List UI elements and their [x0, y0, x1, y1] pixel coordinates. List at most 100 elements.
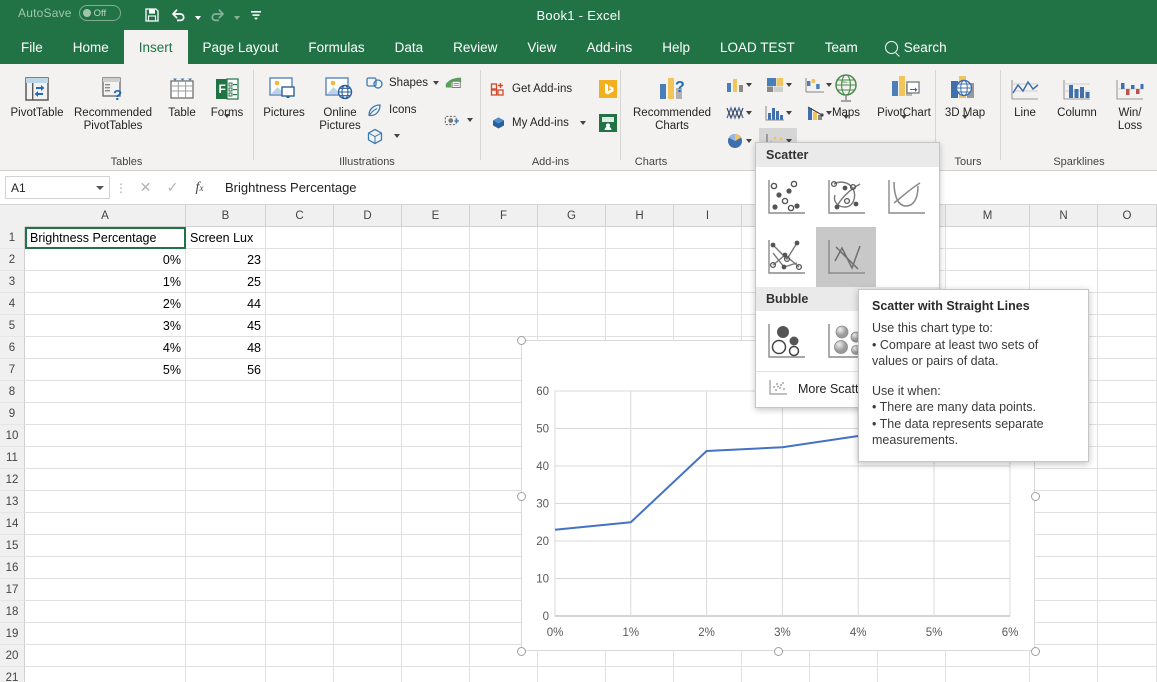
grid-cell[interactable]	[266, 447, 334, 469]
screenshot-dropdown-icon[interactable]	[467, 118, 473, 122]
row-header-12[interactable]: 12	[0, 469, 25, 491]
recommended-pivottables-button[interactable]: ? Recommended PivotTables	[66, 68, 160, 133]
grid-cell[interactable]	[25, 513, 186, 535]
grid-cell[interactable]	[266, 667, 334, 682]
grid-cell[interactable]	[266, 425, 334, 447]
column-bar-chart-dropdown-icon[interactable]	[746, 83, 752, 87]
hierarchy-chart-button[interactable]	[759, 72, 797, 97]
pivotchart-button[interactable]: PivotChart	[873, 68, 935, 137]
grid-cell[interactable]	[1030, 469, 1098, 491]
row-header-10[interactable]: 10	[0, 425, 25, 447]
grid-cell[interactable]	[1030, 623, 1098, 645]
row-header-21[interactable]: 21	[0, 667, 25, 682]
grid-cell[interactable]	[1030, 645, 1098, 667]
grid-cell[interactable]	[1098, 447, 1157, 469]
tab-view[interactable]: View	[512, 30, 571, 64]
statistic-chart-dropdown-icon[interactable]	[786, 111, 792, 115]
column-header-i[interactable]: I	[674, 205, 742, 227]
grid-cell[interactable]	[334, 315, 402, 337]
cell-A7[interactable]: 5%	[25, 359, 186, 381]
pie-doughnut-chart-dropdown-icon[interactable]	[746, 139, 752, 143]
grid-cell[interactable]	[674, 249, 742, 271]
line-area-chart-dropdown-icon[interactable]	[746, 111, 752, 115]
grid-cell[interactable]	[334, 535, 402, 557]
grid-cell[interactable]	[1098, 293, 1157, 315]
grid-cell[interactable]	[25, 469, 186, 491]
sparkline-winloss-button[interactable]: Win/ Loss	[1105, 68, 1155, 133]
grid-cell[interactable]	[674, 315, 742, 337]
grid-cell[interactable]	[266, 557, 334, 579]
grid-cell[interactable]	[266, 381, 334, 403]
chart-handle-nw[interactable]	[517, 336, 526, 345]
grid-cell[interactable]	[186, 579, 266, 601]
grid-cell[interactable]	[266, 337, 334, 359]
grid-cell[interactable]	[266, 491, 334, 513]
column-header-c[interactable]: C	[266, 205, 334, 227]
column-header-f[interactable]: F	[470, 205, 538, 227]
grid-cell[interactable]	[1030, 601, 1098, 623]
pivottable-button[interactable]: PivotTable	[2, 68, 72, 120]
grid-cell[interactable]	[186, 469, 266, 491]
cell-A4[interactable]: 2%	[25, 293, 186, 315]
tab-file[interactable]: File	[6, 30, 58, 64]
column-header-g[interactable]: G	[538, 205, 606, 227]
search-box[interactable]: Search	[873, 30, 959, 64]
formula-input[interactable]: Brightness Percentage	[213, 180, 1157, 195]
grid-cell[interactable]	[1030, 249, 1098, 271]
grid-cell[interactable]	[266, 403, 334, 425]
column-header-n[interactable]: N	[1030, 205, 1098, 227]
cell-B5[interactable]: 45	[186, 315, 266, 337]
grid-cell[interactable]	[946, 667, 1030, 682]
grid-cell[interactable]	[538, 667, 606, 682]
grid-cell[interactable]	[402, 579, 470, 601]
row-header-1[interactable]: 1	[0, 227, 25, 249]
row-header-13[interactable]: 13	[0, 491, 25, 513]
grid-cell[interactable]	[186, 491, 266, 513]
tab-review[interactable]: Review	[438, 30, 512, 64]
grid-cell[interactable]	[25, 491, 186, 513]
grid-cell[interactable]	[25, 447, 186, 469]
grid-cell[interactable]	[266, 579, 334, 601]
grid-cell[interactable]	[334, 249, 402, 271]
cell-A6[interactable]: 4%	[25, 337, 186, 359]
grid-cell[interactable]	[334, 601, 402, 623]
row-header-16[interactable]: 16	[0, 557, 25, 579]
tab-home[interactable]: Home	[58, 30, 124, 64]
grid-cell[interactable]	[402, 667, 470, 682]
grid-cell[interactable]	[25, 601, 186, 623]
column-header-b[interactable]: B	[186, 205, 266, 227]
grid-cell[interactable]	[470, 249, 538, 271]
column-header-a[interactable]: A	[25, 205, 186, 227]
grid-cell[interactable]	[25, 425, 186, 447]
cell-B1[interactable]: Screen Lux	[186, 227, 266, 249]
grid-cell[interactable]	[266, 249, 334, 271]
grid-cell[interactable]	[470, 315, 538, 337]
grid-cell[interactable]	[1030, 491, 1098, 513]
grid-cell[interactable]	[674, 227, 742, 249]
grid-cell[interactable]	[674, 271, 742, 293]
grid-cell[interactable]	[266, 227, 334, 249]
grid-cell[interactable]	[1098, 601, 1157, 623]
grid-cell[interactable]	[186, 381, 266, 403]
grid-cell[interactable]	[25, 623, 186, 645]
row-header-5[interactable]: 5	[0, 315, 25, 337]
chart-handle-w[interactable]	[517, 492, 526, 501]
forms-dropdown-icon[interactable]	[224, 118, 230, 136]
row-header-3[interactable]: 3	[0, 271, 25, 293]
grid-cell[interactable]	[25, 645, 186, 667]
grid-cell[interactable]	[266, 535, 334, 557]
grid-cell[interactable]	[1030, 513, 1098, 535]
grid-cell[interactable]	[402, 227, 470, 249]
grid-cell[interactable]	[1098, 249, 1157, 271]
grid-cell[interactable]	[334, 645, 402, 667]
grid-cell[interactable]	[334, 557, 402, 579]
grid-cell[interactable]	[674, 667, 742, 682]
grid-cell[interactable]	[186, 403, 266, 425]
cell-A2[interactable]: 0%	[25, 249, 186, 271]
grid-cell[interactable]	[266, 623, 334, 645]
grid-cell[interactable]	[538, 271, 606, 293]
cell-A3[interactable]: 1%	[25, 271, 186, 293]
grid-cell[interactable]	[1098, 315, 1157, 337]
grid-cell[interactable]	[606, 249, 674, 271]
column-header-d[interactable]: D	[334, 205, 402, 227]
